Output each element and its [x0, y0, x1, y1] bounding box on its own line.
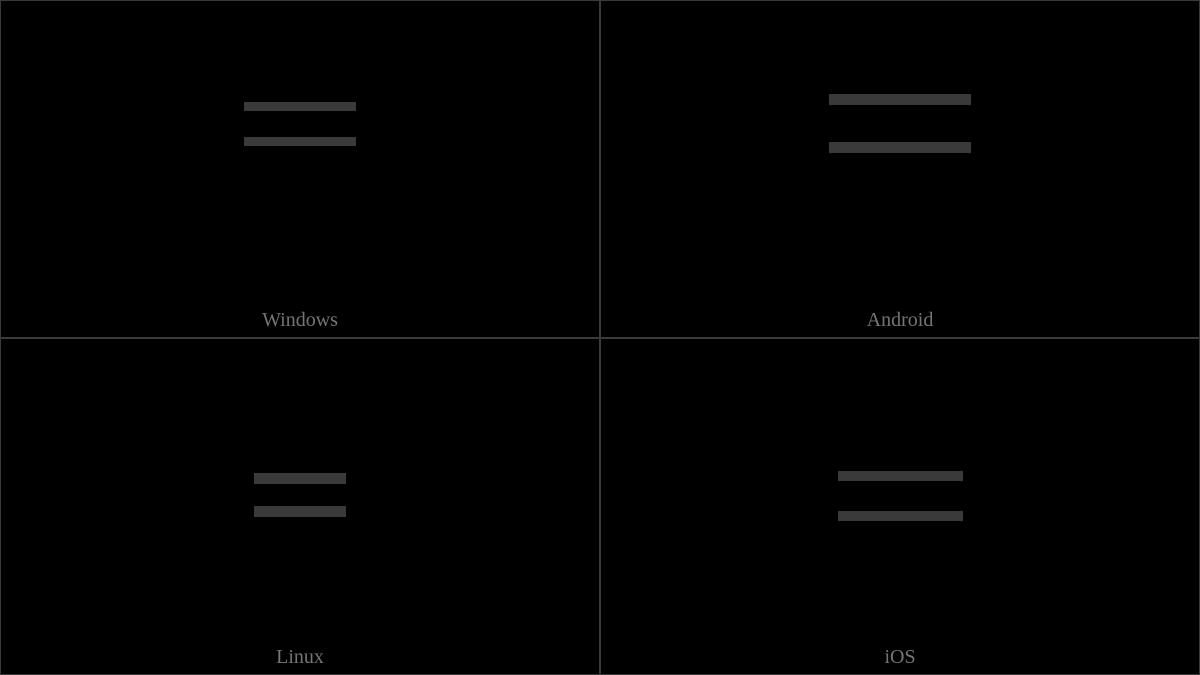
equals-sign-icon	[838, 471, 963, 521]
equals-sign-icon	[244, 102, 356, 146]
equals-sign-icon	[254, 473, 346, 517]
glyph-bar	[838, 511, 963, 521]
platform-label-linux: Linux	[1, 646, 599, 669]
glyph-bar	[244, 137, 356, 146]
glyph-bar	[829, 94, 971, 105]
cell-linux: Linux	[0, 338, 600, 675]
cell-android: Android	[600, 0, 1200, 338]
equals-sign-icon	[829, 94, 971, 153]
platform-label-ios: iOS	[601, 646, 1199, 669]
glyph-bar	[244, 102, 356, 111]
cell-ios: iOS	[600, 338, 1200, 675]
glyph-comparison-grid: Windows Android Linux iOS	[0, 0, 1200, 675]
glyph-bar	[838, 471, 963, 481]
glyph-bar	[829, 142, 971, 153]
cell-windows: Windows	[0, 0, 600, 338]
glyph-bar	[254, 473, 346, 484]
platform-label-android: Android	[601, 309, 1199, 332]
platform-label-windows: Windows	[1, 309, 599, 332]
glyph-bar	[254, 506, 346, 517]
